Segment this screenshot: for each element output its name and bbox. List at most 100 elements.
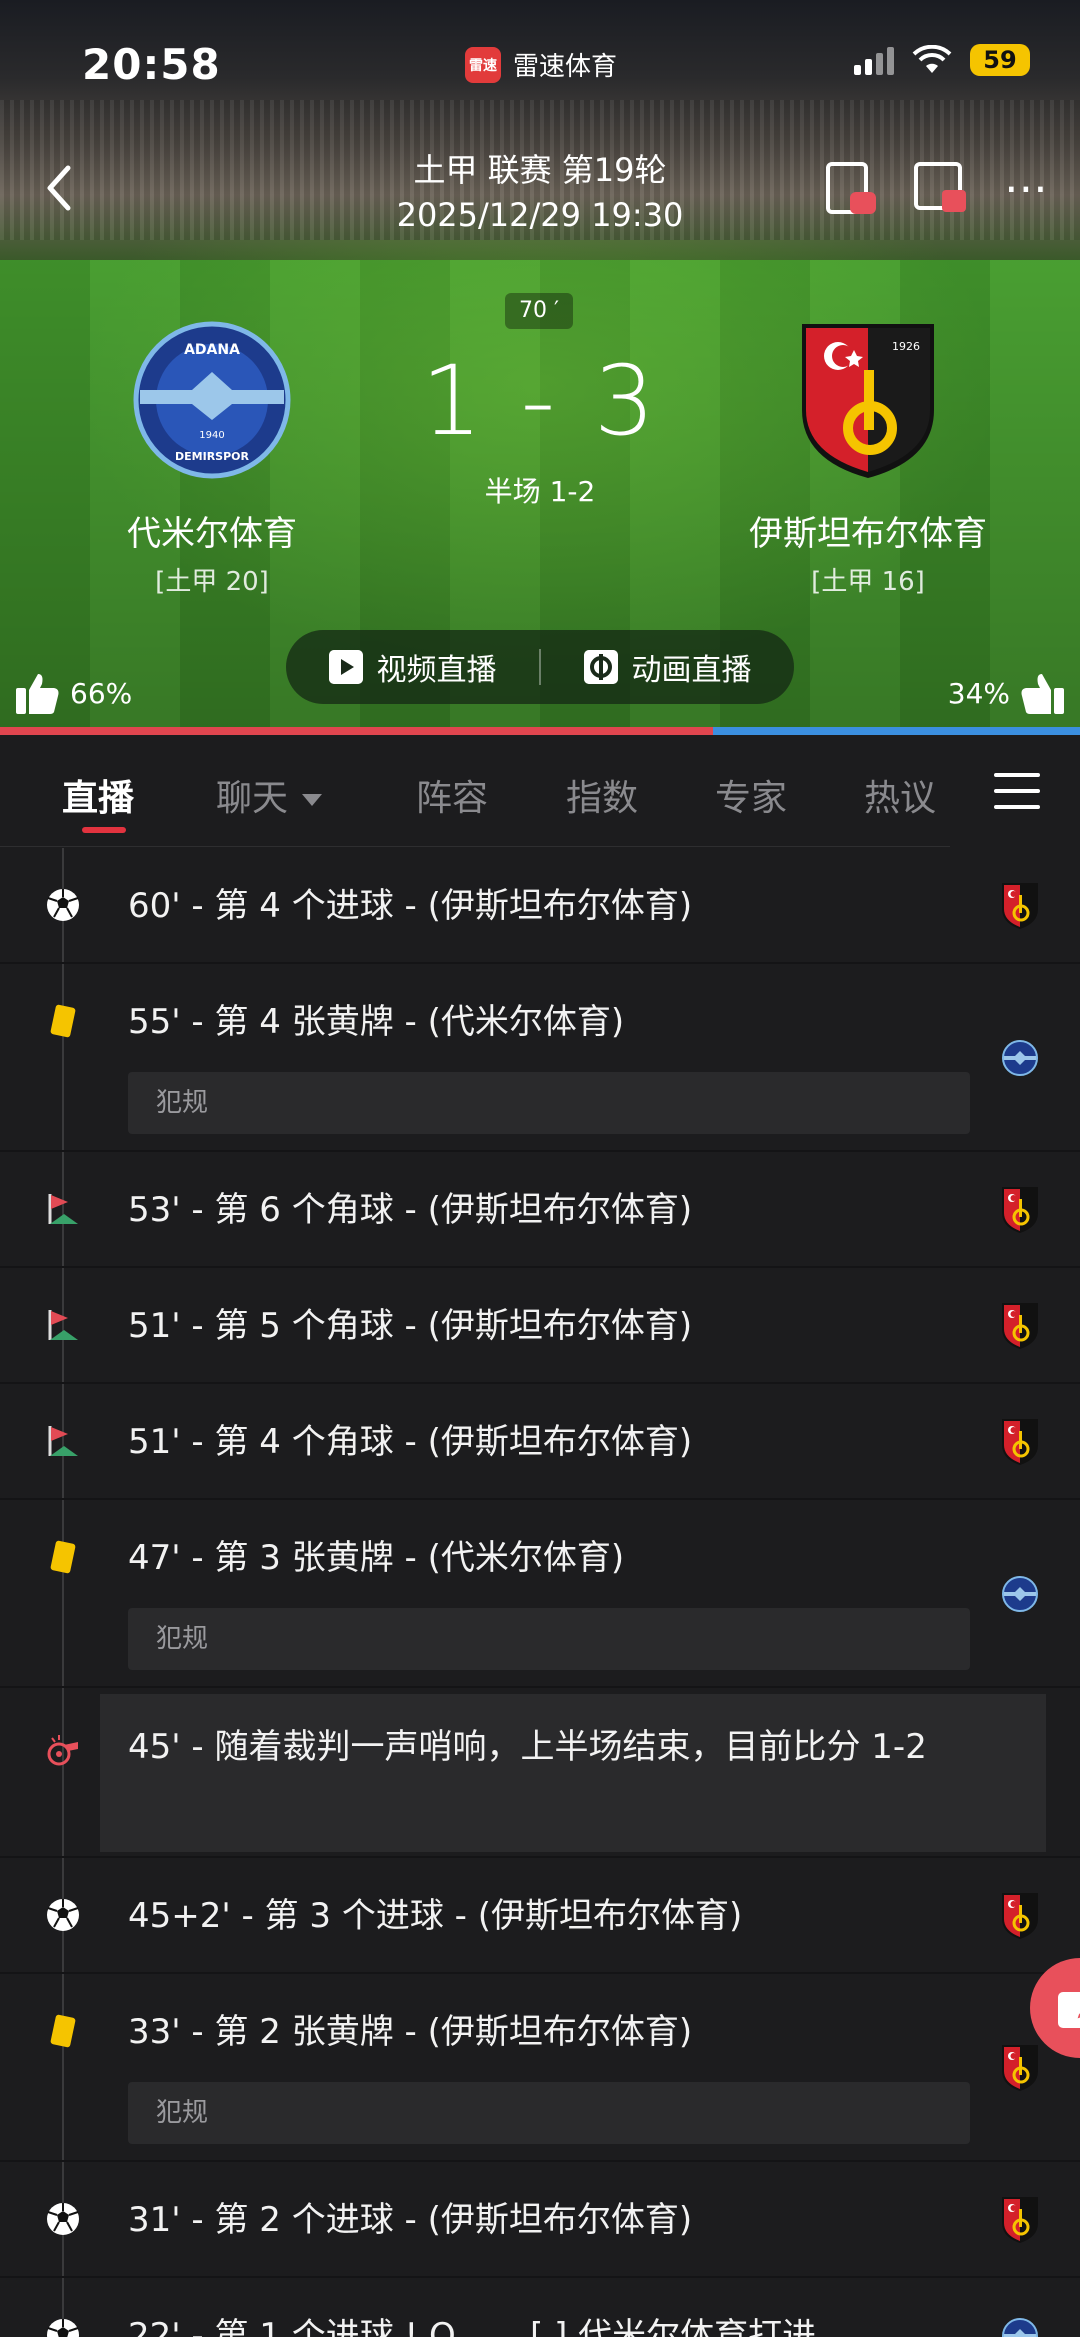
floating-window-icon[interactable] [824,162,878,216]
event-note: 犯规 [128,1608,970,1670]
status-time: 20:58 [82,40,221,89]
tab-odds[interactable]: 指数 [566,769,638,821]
video-live-label: 视频直播 [376,653,497,688]
edit-icon [1058,1992,1080,2028]
yellow-card-icon [44,1538,82,1576]
event-text: 53' - 第 6 个角球 - (伊斯坦布尔体育) [128,1190,693,1230]
away-vote[interactable]: 34% [948,670,1066,716]
event-text: 60' - 第 4 个进球 - (伊斯坦布尔体育) [128,886,693,926]
active-tab-indicator [82,827,126,833]
tab-chat-label: 聊天 [216,778,289,819]
away-team-badge-icon [998,1185,1042,1235]
timeline-event: 51' - 第 4 个角球 - (伊斯坦布尔体育) [0,1384,1080,1500]
home-ratio-fill [0,727,713,735]
yellow-card-icon [44,1002,82,1040]
svg-text:1926: 1926 [892,340,920,353]
away-team-badge-icon [998,1417,1042,1467]
battery-indicator: 59 [970,44,1030,76]
away-team-badge-icon [998,1891,1042,1941]
goal-icon [44,1896,82,1934]
home-vote[interactable]: 66% [14,670,132,716]
away-team-name: 伊斯坦布尔体育 [749,514,987,554]
tab-live[interactable]: 直播 [62,769,134,821]
timeline-event: 47' - 第 3 张黄牌 - (代米尔体育) 犯规 [0,1500,1080,1688]
timeline-event: 31' - 第 2 个进球 - (伊斯坦布尔体育) [0,2162,1080,2278]
home-team-badge-icon [998,1569,1042,1619]
vote-ratio-bar [0,727,1080,735]
tab-divider [0,846,950,847]
away-team-badge-icon [998,1301,1042,1351]
away-team-rank: [土甲 16] [811,567,925,597]
timeline-event: 55' - 第 4 张黄牌 - (代米尔体育) 犯规 [0,964,1080,1152]
corner-icon [44,1422,82,1460]
system-icons: 59 [854,44,1030,76]
signal-icon [854,45,894,75]
home-team-rank: [土甲 20] [155,567,269,597]
tab-discussion[interactable]: 热议 [864,769,936,821]
tab-bar: 直播 聊天 阵容 指数 专家 热议 [0,735,1080,847]
event-text: 51' - 第 5 个角球 - (伊斯坦布尔体育) [128,1306,693,1346]
away-team-badge-icon [998,2195,1042,2245]
app-indicator: 雷速 雷速体育 [465,46,617,83]
event-text: 31' - 第 2 个进球 - (伊斯坦布尔体育) [128,2200,693,2240]
event-text: 22' - 第 1 个进球 ! O... ...[ ] 代米尔体育打进 [128,2316,817,2337]
nav-actions: ⋯ [824,162,1050,216]
goal-icon [44,2316,82,2337]
chevron-down-icon [302,794,323,806]
home-team-badge-icon [998,1033,1042,1083]
event-text: 33' - 第 2 张黄牌 - (伊斯坦布尔体育) [128,2012,693,2052]
timeline-event: 51' - 第 5 个角球 - (伊斯坦布尔体育) [0,1268,1080,1384]
app-name: 雷速体育 [513,52,618,82]
corner-icon [44,1190,82,1228]
event-text: 51' - 第 4 个角球 - (伊斯坦布尔体育) [128,1422,693,1462]
timeline-event: 22' - 第 1 个进球 ! O... ...[ ] 代米尔体育打进 [0,2278,1080,2337]
menu-icon[interactable] [994,773,1040,813]
away-team[interactable]: 1926 伊斯坦布尔体育 [土甲 16] [718,320,1018,598]
home-team-badge-icon [998,2311,1042,2337]
home-team-name: 代米尔体育 [127,514,297,554]
timeline-event: 45' - 随着裁判一声哨响，上半场结束，目前比分 1-2 [0,1688,1080,1858]
tab-lineup[interactable]: 阵容 [416,769,488,821]
animation-live-button[interactable]: 动画直播 [541,630,794,704]
video-live-button[interactable]: 视频直播 [286,630,539,704]
match-minute: 70 ′ [505,293,573,329]
yellow-card-icon [44,2012,82,2050]
timeline-event: 33' - 第 2 张黄牌 - (伊斯坦布尔体育) 犯规 [0,1974,1080,2162]
animation-icon [583,650,618,684]
whistle-icon [44,1732,82,1770]
tab-experts[interactable]: 专家 [715,769,787,821]
event-text: 47' - 第 3 张黄牌 - (代米尔体育) [128,1538,625,1578]
more-options-icon[interactable]: ⋯ [1004,167,1050,211]
event-note: 犯规 [128,2082,970,2144]
goal-icon [44,2200,82,2238]
event-note: 犯规 [128,1072,970,1134]
halftime-event-highlight [100,1694,1046,1852]
video-play-icon [328,650,363,684]
wifi-icon [912,45,952,73]
live-buttons: 视频直播 动画直播 [286,630,794,704]
event-text: 45+2' - 第 3 个进球 - (伊斯坦布尔体育) [128,1896,743,1936]
timeline-event: 60' - 第 4 个进球 - (伊斯坦布尔体育) [0,848,1080,964]
event-timeline: 60' - 第 4 个进球 - (伊斯坦布尔体育) 55' - 第 4 张黄牌 -… [0,848,1080,2337]
away-ratio-fill [712,727,1080,735]
event-text: 55' - 第 4 张黄牌 - (代米尔体育) [128,1002,625,1042]
match-header: 20:58 雷速 雷速体育 59 土甲 联赛 第19轮 2025/12/29 1… [0,0,1080,728]
thumbs-up-icon [16,674,59,714]
timeline-event: 53' - 第 6 个角球 - (伊斯坦布尔体育) [0,1152,1080,1268]
tab-chat[interactable]: 聊天 [216,769,323,821]
home-vote-percent: 66% [70,676,133,710]
event-text: 45' - 随着裁判一声哨响，上半场结束，目前比分 1-2 [128,1727,927,1767]
status-bar: 20:58 雷速 雷速体育 59 [0,0,1080,130]
goal-icon [44,886,82,924]
away-vote-percent: 34% [947,676,1010,710]
picture-in-picture-icon[interactable] [914,162,968,216]
away-team-logo: 1926 [802,324,934,478]
animation-live-label: 动画直播 [631,653,752,688]
timeline-event: 45+2' - 第 3 个进球 - (伊斯坦布尔体育) [0,1858,1080,1974]
thumbs-up-icon [1021,674,1064,714]
away-team-badge-icon [998,2043,1042,2093]
nav-bar: 土甲 联赛 第19轮 2025/12/29 19:30 ⋯ [0,140,1080,240]
app-logo-icon: 雷速 [465,46,501,83]
corner-icon [44,1306,82,1344]
away-team-badge-icon [998,881,1042,931]
